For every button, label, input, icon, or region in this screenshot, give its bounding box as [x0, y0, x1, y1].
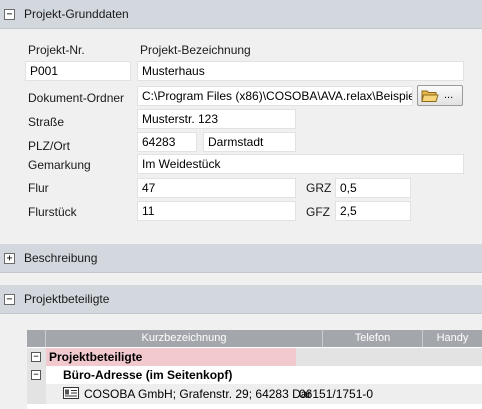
flurstueck-label: Flurstück: [28, 205, 77, 219]
gemarkung-field[interactable]: Im Weidestück: [137, 154, 464, 174]
beteiligte-grid: Kurzbezeichnung Telefon Handy − Projektb…: [27, 330, 482, 409]
collapse-group-icon[interactable]: −: [31, 352, 41, 362]
grz-field[interactable]: 0,5: [335, 178, 411, 198]
collapse-group-icon[interactable]: −: [31, 370, 41, 380]
gfz-label: GFZ: [306, 205, 330, 219]
ort-field[interactable]: Darmstadt: [203, 132, 296, 152]
expand-toggle-icon[interactable]: +: [4, 253, 15, 264]
projekt-nr-field[interactable]: P001: [25, 61, 131, 81]
strasse-field[interactable]: Musterstr. 123: [137, 109, 296, 129]
section-title-beteiligte: Projektbeteiligte: [24, 292, 110, 306]
collapse-toggle-icon[interactable]: −: [4, 294, 15, 305]
group-label: Projektbeteiligte: [49, 350, 143, 364]
browse-folder-button[interactable]: ...: [417, 85, 463, 106]
plz-field[interactable]: 64283: [137, 132, 197, 152]
projekt-nr-label: Projekt-Nr.: [28, 43, 85, 57]
projekt-bezeichnung-label: Projekt-Bezeichnung: [140, 43, 251, 57]
folder-open-icon: [421, 90, 439, 102]
dokument-ordner-label: Dokument-Ordner: [28, 91, 125, 105]
table-row[interactable]: COSOBA GmbH; Grafenstr. 29; 64283 Dar 06…: [27, 384, 482, 404]
plz-ort-label: PLZ/Ort: [28, 139, 71, 153]
section-header-beschreibung[interactable]: + Beschreibung: [0, 244, 482, 273]
column-header-handy[interactable]: Handy: [423, 330, 482, 347]
group-row-buero-adresse[interactable]: − Büro-Adresse (im Seitenkopf): [27, 366, 482, 384]
column-header-kurzbezeichnung[interactable]: Kurzbezeichnung: [46, 330, 323, 347]
collapse-toggle-icon[interactable]: −: [4, 9, 15, 20]
grz-label: GRZ: [306, 181, 332, 195]
strasse-label: Straße: [28, 115, 65, 129]
flur-field[interactable]: 47: [137, 178, 296, 198]
telefon-cell: 06151/1751-0: [299, 387, 374, 401]
kurzbezeichnung-cell: COSOBA GmbH; Grafenstr. 29; 64283 Dar: [84, 387, 312, 401]
row-lead: [27, 384, 46, 404]
grid-header-lead: [27, 330, 46, 347]
flur-label: Flur: [28, 181, 49, 195]
flurstueck-field[interactable]: 11: [137, 201, 296, 221]
group-row-projektbeteiligte[interactable]: − Projektbeteiligte: [27, 348, 482, 366]
browse-ellipsis: ...: [444, 89, 454, 101]
dokument-ordner-field[interactable]: C:\Program Files (x86)\COSOBA\AVA.relax\…: [137, 86, 413, 106]
section-title-beschreibung: Beschreibung: [24, 251, 98, 265]
gemarkung-label: Gemarkung: [28, 158, 91, 172]
projekt-bezeichnung-field[interactable]: Musterhaus: [137, 61, 464, 81]
column-header-telefon[interactable]: Telefon: [323, 330, 423, 347]
contact-card-icon: [63, 387, 79, 399]
subgroup-label: Büro-Adresse (im Seitenkopf): [63, 368, 233, 382]
section-header-beteiligte[interactable]: − Projektbeteiligte: [0, 285, 482, 314]
section-header-grunddaten[interactable]: − Projekt-Grunddaten: [0, 0, 482, 29]
gfz-field[interactable]: 2,5: [335, 201, 411, 221]
section-title-grunddaten: Projekt-Grunddaten: [24, 7, 129, 21]
